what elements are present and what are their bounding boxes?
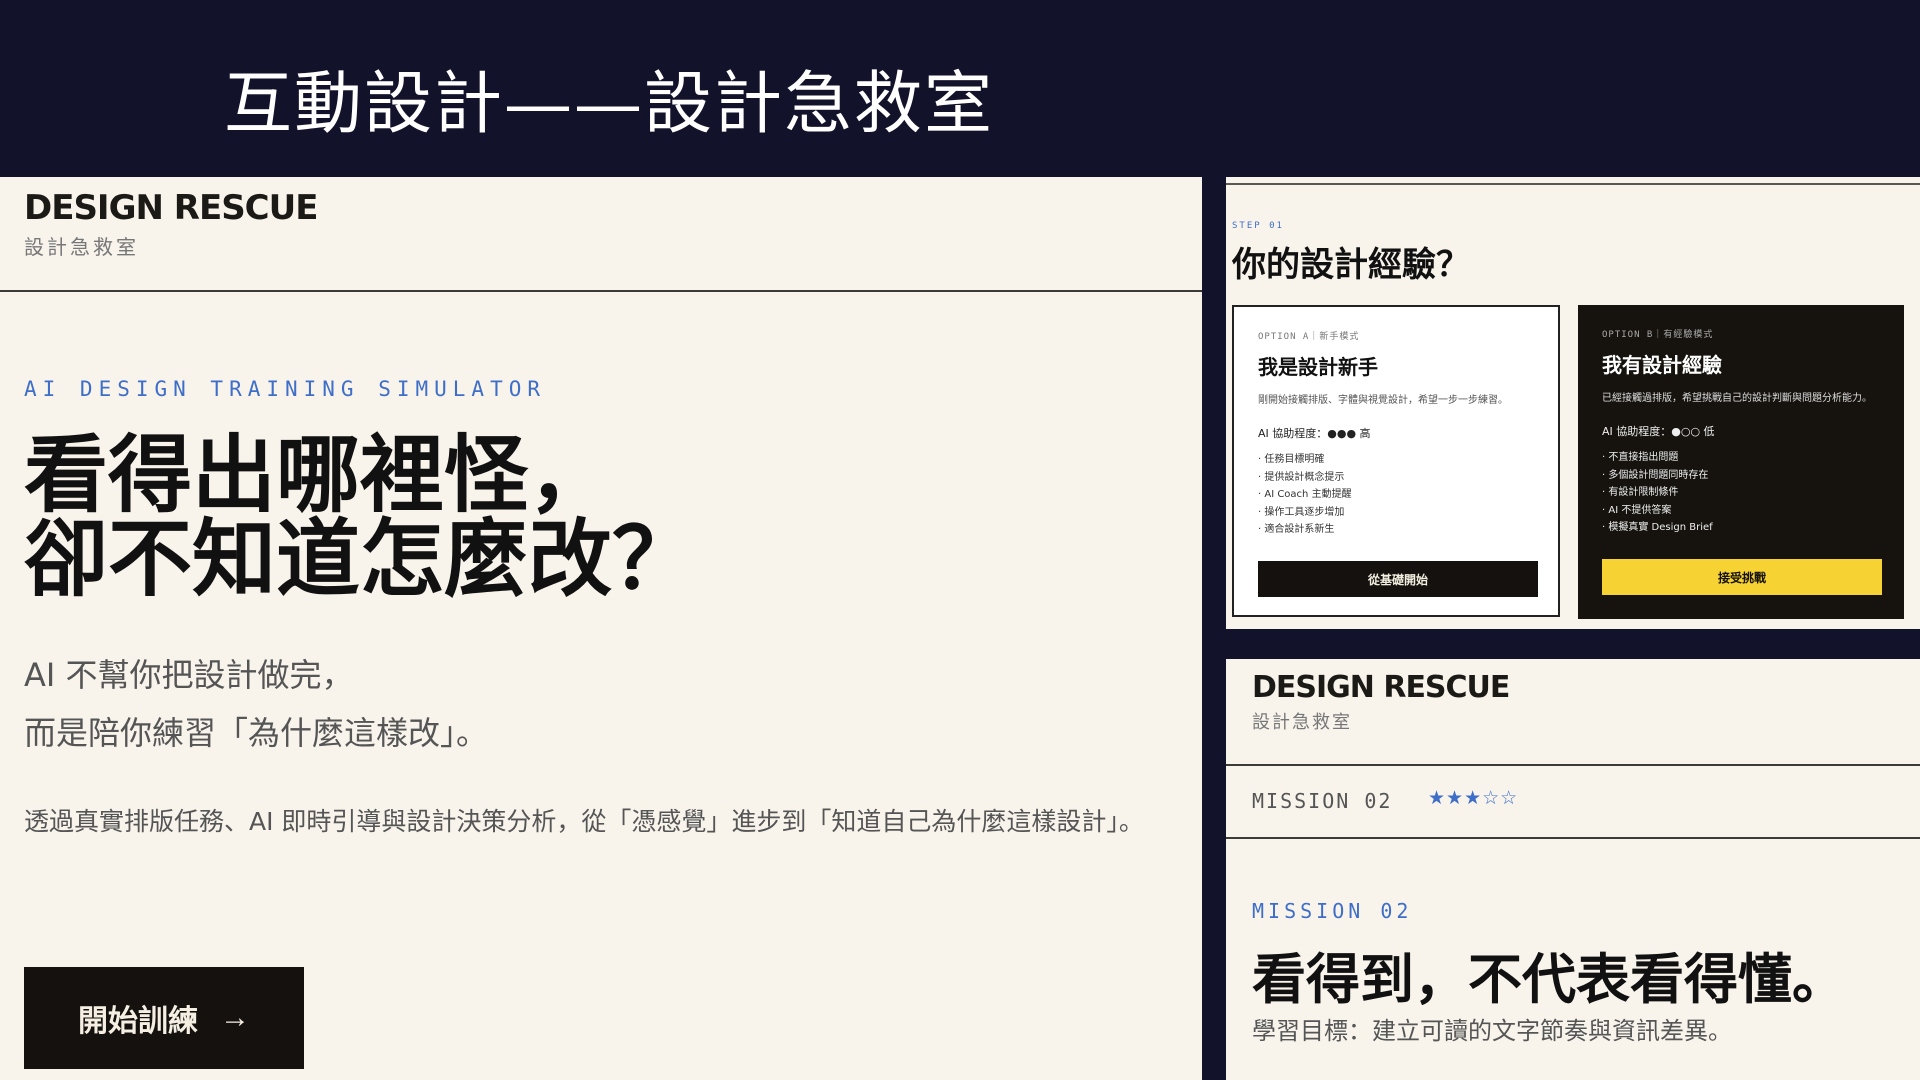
brand-name: DESIGN RESCUE <box>24 188 318 228</box>
hero-headline-line2: 卻不知道怎麼改？ <box>24 510 697 608</box>
header-divider <box>0 290 1202 292</box>
experience-select-panel: STEP 01 你的設計經驗？ OPTION A｜新手模式 我是設計新手 剛開始… <box>1226 177 1920 629</box>
start-training-button[interactable]: 開始訓練 → <box>24 967 304 1069</box>
list-item: · 提供設計概念提示 <box>1258 471 1345 483</box>
hero-subtitle-line1: AI 不幫你把設計做完， <box>24 656 354 694</box>
option-card-experienced[interactable]: OPTION B｜有經驗模式 我有設計經驗 已經接觸過排版，希望挑戰自己的設計判… <box>1578 305 1904 619</box>
list-item: · 不直接指出問題 <box>1602 452 1679 463</box>
accept-challenge-button[interactable]: 接受挑戰 <box>1602 559 1882 595</box>
list-item: · 任務目標明確 <box>1258 454 1325 465</box>
difficulty-rating: ★★★☆☆ <box>1428 787 1519 809</box>
landing-panel: DESIGN RESCUE 設計急救室 AI DESIGN TRAINING S… <box>0 177 1202 1080</box>
option-title: 我有設計經驗 <box>1602 353 1722 377</box>
option-description: 剛開始接觸排版、字體與視覺設計，希望一步一步練習。 <box>1258 395 1508 406</box>
mission-eyebrow: MISSION 02 <box>1252 899 1413 923</box>
option-description: 已經接觸過排版，希望挑戰自己的設計判斷與問題分析能力。 <box>1602 393 1872 404</box>
option-title: 我是設計新手 <box>1258 355 1378 379</box>
mission-heading: 看得到，不代表看得懂。 <box>1252 948 1846 1011</box>
brand-logo[interactable]: DESIGN RESCUE 設計急救室 <box>24 188 318 260</box>
brand-subtitle: 設計急救室 <box>1252 712 1352 733</box>
slide-title: 互動設計——設計急救室 <box>224 65 995 144</box>
start-training-label: 開始訓練 <box>78 1005 198 1038</box>
status-divider <box>1226 837 1920 839</box>
hero-subtitle: AI 不幫你把設計做完， 而是陪你練習「為什麼這樣改」。 <box>24 647 488 762</box>
step-question: 你的設計經驗？ <box>1232 245 1470 285</box>
hero-subtitle-line2: 而是陪你練習「為什麼這樣改」。 <box>24 713 489 752</box>
ai-assist-level: AI 協助程度：●●● 高 <box>1258 427 1371 440</box>
list-item: · 有設計限制條件 <box>1602 487 1679 499</box>
start-basics-button[interactable]: 從基礎開始 <box>1258 561 1538 597</box>
feature-list: · 不直接指出問題 · 多個設計問題同時存在 · 有設計限制條件 · AI 不提… <box>1602 449 1713 537</box>
mission-panel: DESIGN RESCUE 設計急救室 MISSION 02 ★★★☆☆ MIS… <box>1226 659 1920 1080</box>
hero-eyebrow: AI DESIGN TRAINING SIMULATOR <box>24 377 547 401</box>
ai-assist-level: AI 協助程度：●○○ 低 <box>1602 425 1715 438</box>
feature-list: · 任務目標明確 · 提供設計概念提示 · AI Coach 主動提醒 · 操作… <box>1258 451 1352 539</box>
option-tag: OPTION B｜有經驗模式 <box>1602 330 1714 340</box>
list-item: · 適合設計系新生 <box>1258 524 1335 536</box>
list-item: · AI 不提供答案 <box>1602 504 1672 516</box>
list-item: · AI Coach 主動提醒 <box>1258 489 1352 501</box>
learning-goal: 學習目標：建立可讀的文字節奏與資訊差異。 <box>1252 1017 1732 1045</box>
list-item: · 模擬真實 Design Brief <box>1602 522 1713 534</box>
hero-description: 透過真實排版任務、AI 即時引導與設計決策分析，從「憑感覺」進步到「知道自己為什… <box>24 807 1144 836</box>
mission-status-bar: MISSION 02 ★★★☆☆ <box>1226 765 1920 837</box>
arrow-right-icon: → <box>220 1001 250 1034</box>
option-tag: OPTION A｜新手模式 <box>1258 332 1360 342</box>
top-divider <box>1226 183 1920 185</box>
brand-name: DESIGN RESCUE <box>1252 670 1510 705</box>
list-item: · 多個設計問題同時存在 <box>1602 469 1709 481</box>
hero-headline: 看得出哪裡怪， 卻不知道怎麼改？ <box>24 433 696 601</box>
option-card-beginner[interactable]: OPTION A｜新手模式 我是設計新手 剛開始接觸排版、字體與視覺設計，希望一… <box>1232 305 1560 617</box>
list-item: · 操作工具逐步增加 <box>1258 506 1345 518</box>
brand-logo[interactable]: DESIGN RESCUE 設計急救室 <box>1252 670 1510 734</box>
mission-code: MISSION 02 <box>1252 789 1393 813</box>
brand-subtitle: 設計急救室 <box>24 235 139 259</box>
step-label: STEP 01 <box>1232 221 1284 231</box>
